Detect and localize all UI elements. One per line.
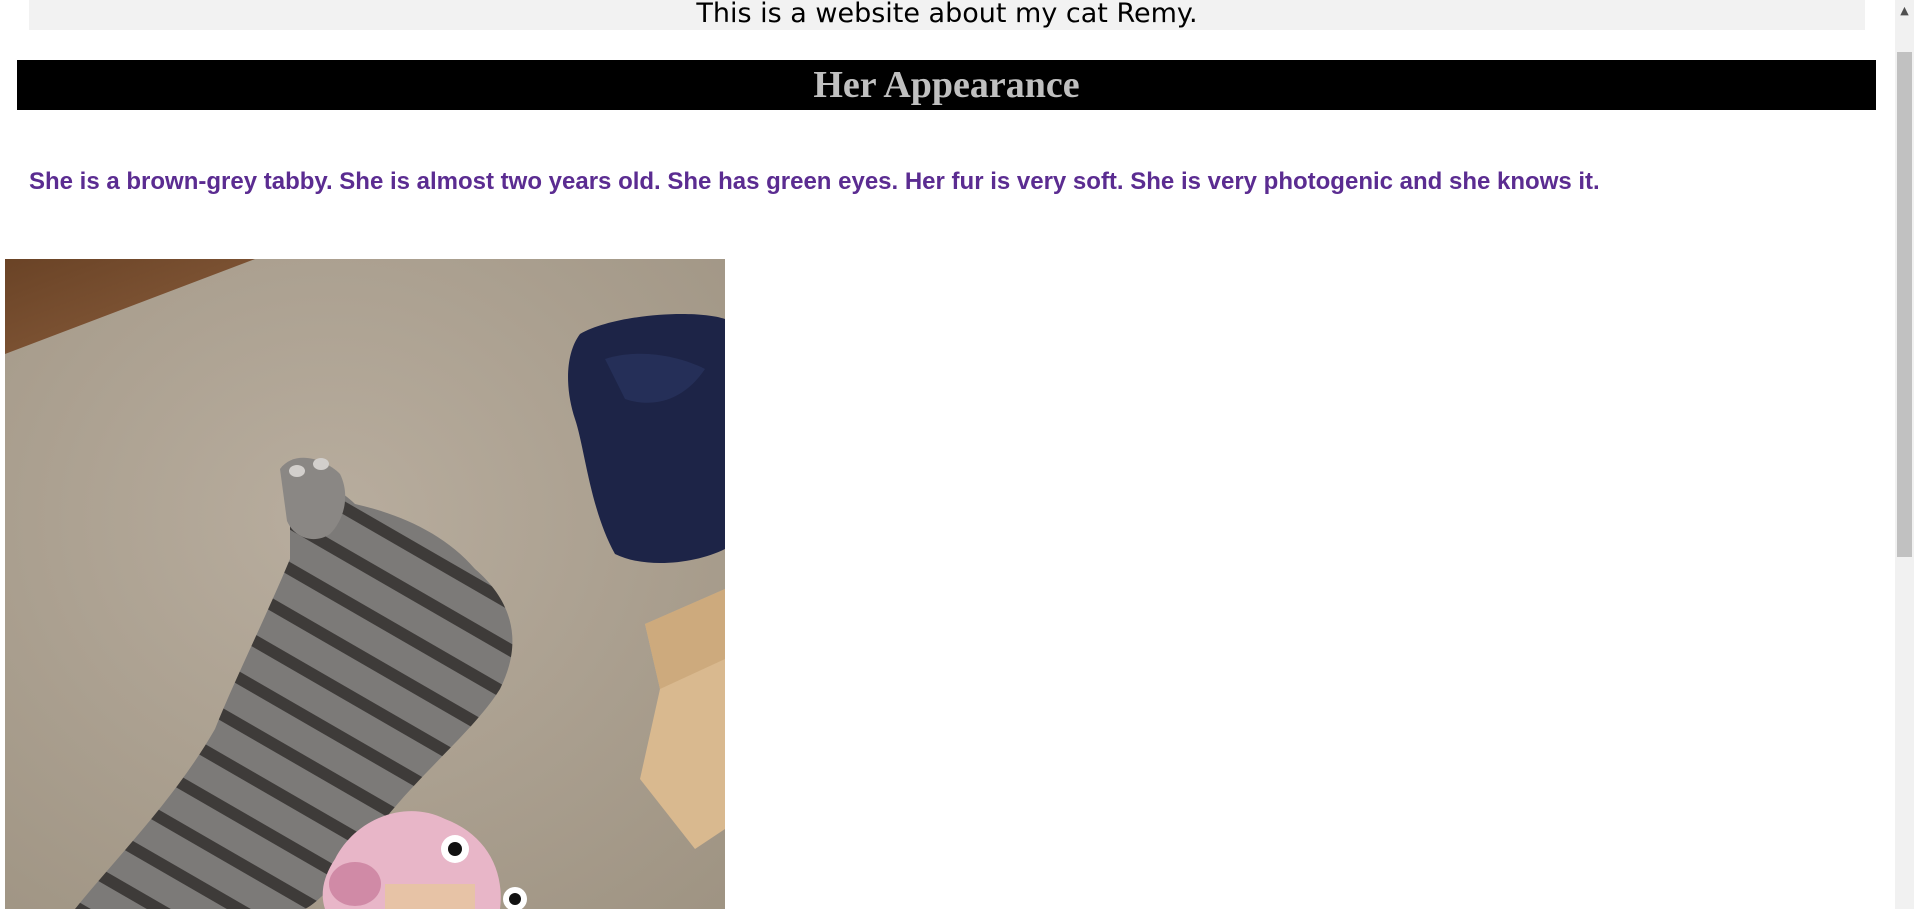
site-banner: This is a website about my cat Remy. [29,0,1865,30]
scrollbar-thumb[interactable] [1897,52,1912,557]
section-heading-bar: Her Appearance [17,60,1876,110]
page-scrollbar[interactable]: ▲ [1895,0,1914,909]
appearance-description: She is a brown-grey tabby. She is almost… [29,168,1600,195]
cat-photo [5,259,725,909]
triangle-up-icon[interactable]: ▲ [1895,0,1914,22]
section-heading: Her Appearance [813,64,1080,106]
page-viewport: This is a website about my cat Remy. Her… [0,0,1914,909]
